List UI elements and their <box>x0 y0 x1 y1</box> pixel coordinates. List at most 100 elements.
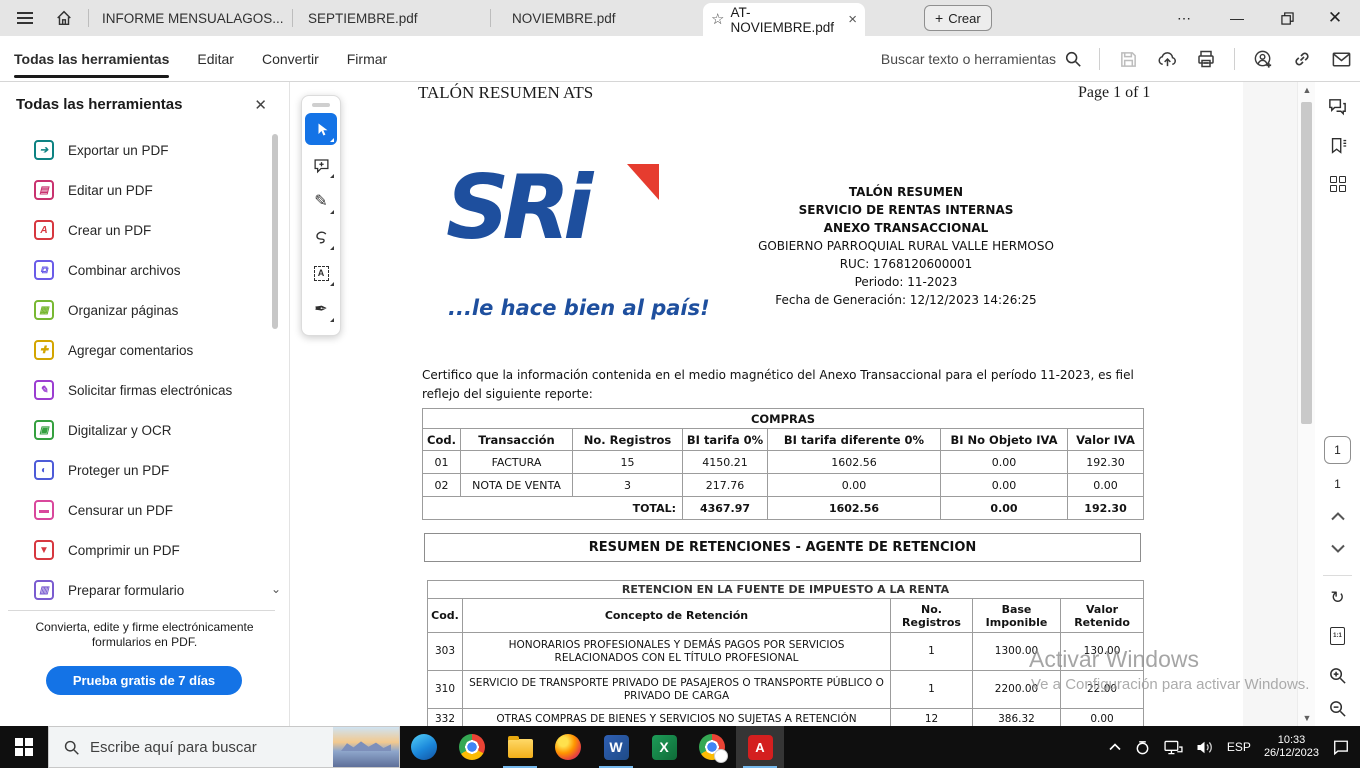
tool-preparar-formulario[interactable]: ▥ Preparar formulario <box>0 570 289 610</box>
network-status[interactable] <box>1164 740 1183 755</box>
previous-page-button[interactable] <box>1315 512 1360 521</box>
close-panel-icon[interactable]: ✕ <box>254 96 267 114</box>
tool-label: Proteger un PDF <box>68 463 169 478</box>
scroll-down-icon[interactable]: ▼ <box>1298 710 1315 726</box>
column-header: Cod. <box>423 429 461 451</box>
action-center-button[interactable] <box>1332 739 1350 756</box>
taskbar-word[interactable]: W <box>592 726 640 768</box>
tool-organizar-paginas[interactable]: ▦ Organizar páginas <box>0 290 289 330</box>
tray-utility-icon[interactable] <box>1134 739 1151 756</box>
profile-badge <box>714 749 728 763</box>
search-label: Buscar texto o herramientas <box>881 51 1056 67</box>
document-scrollbar[interactable]: ▲ ▼ <box>1297 82 1315 726</box>
print-icon[interactable] <box>1195 48 1217 70</box>
icon-glyph: ◐ <box>41 465 47 476</box>
taskbar-firefox[interactable] <box>544 726 592 768</box>
scroll-up-icon[interactable]: ▲ <box>1298 82 1315 98</box>
taskbar-chrome[interactable] <box>448 726 496 768</box>
clock[interactable]: 10:33 26/12/2023 <box>1264 734 1319 761</box>
share-link-icon[interactable] <box>1291 48 1313 70</box>
zoom-in-icon <box>1328 666 1347 685</box>
home-icon[interactable] <box>48 0 80 36</box>
taskbar-edge[interactable] <box>400 726 448 768</box>
free-trial-button[interactable]: Prueba gratis de 7 días <box>46 666 242 695</box>
tool-editar-pdf[interactable]: ▤ Editar un PDF <box>0 170 289 210</box>
total-label: TOTAL: <box>423 497 683 520</box>
window-more-button[interactable]: ⋯ <box>1170 0 1200 36</box>
table-total-row: TOTAL: 4367.97 1602.56 0.00 192.30 <box>423 497 1144 520</box>
rotate-page-button[interactable]: ↻ <box>1315 588 1360 608</box>
title-line: SERVICIO DE RENTAS INTERNAS <box>596 201 1216 219</box>
taskbar-excel[interactable]: X <box>640 726 688 768</box>
fill-sign-tool-button[interactable]: ✒ <box>305 293 337 325</box>
actual-size-button[interactable]: 1:1 <box>1315 627 1360 645</box>
scan-ocr-icon: ▣ <box>34 420 54 440</box>
bookmarks-panel-button[interactable] <box>1315 136 1360 156</box>
tool-comprimir-pdf[interactable]: ▼ Comprimir un PDF <box>0 530 289 570</box>
table-row: 02 NOTA DE VENTA 3 217.76 0.00 0.00 0.00 <box>423 474 1144 497</box>
volume-control[interactable] <box>1196 740 1214 755</box>
email-icon[interactable] <box>1330 48 1352 70</box>
panel-scrollbar-thumb[interactable] <box>272 134 278 329</box>
tab-noviembre[interactable]: NOVIEMBRE.pdf <box>500 0 628 36</box>
tab-informe-mensual[interactable]: INFORME MENSUALAGOS... <box>90 0 296 36</box>
search-icon <box>63 739 80 756</box>
tool-agregar-comentarios[interactable]: ✚ Agregar comentarios <box>0 330 289 370</box>
select-tool-button[interactable] <box>305 113 337 145</box>
tool-combinar-archivos[interactable]: ⧉ Combinar archivos <box>0 250 289 290</box>
start-button[interactable] <box>0 726 48 768</box>
tool-solicitar-firmas[interactable]: ✎ Solicitar firmas electrónicas <box>0 370 289 410</box>
star-icon[interactable]: ☆ <box>711 12 724 27</box>
tool-digitalizar-ocr[interactable]: ▣ Digitalizar y OCR <box>0 410 289 450</box>
window-restore-button[interactable] <box>1272 0 1302 36</box>
tool-proteger-pdf[interactable]: ◐ Proteger un PDF <box>0 450 289 490</box>
menu-firmar[interactable]: Firmar <box>347 36 387 82</box>
menu-editar[interactable]: Editar <box>197 36 234 82</box>
highlight-tool-button[interactable]: ✎ <box>305 185 337 217</box>
icon-glyph: ➔ <box>40 145 48 156</box>
menu-convertir[interactable]: Convertir <box>262 36 319 82</box>
tab-at-noviembre-active[interactable]: ☆ AT-NOVIEMBRE.pdf × <box>703 3 865 36</box>
tool-label: Preparar formulario <box>68 583 184 598</box>
comments-panel-button[interactable] <box>1315 96 1360 117</box>
scrollbar-thumb[interactable] <box>1301 102 1312 424</box>
crear-button[interactable]: + Crear <box>924 5 992 31</box>
taskbar-acrobat[interactable]: A <box>736 726 784 768</box>
window-close-button[interactable]: ✕ <box>1320 0 1350 36</box>
zoom-out-button[interactable] <box>1315 699 1360 718</box>
search-daily-image[interactable] <box>333 727 399 767</box>
zoom-in-button[interactable] <box>1315 666 1360 685</box>
window-minimize-button[interactable]: — <box>1222 0 1252 36</box>
menu-todas-las-herramientas[interactable]: Todas las herramientas <box>14 36 169 82</box>
save-icon[interactable] <box>1117 48 1139 70</box>
hidden-icons-chevron[interactable] <box>1109 743 1121 751</box>
language-indicator[interactable]: ESP <box>1227 740 1251 754</box>
search-field[interactable]: Buscar texto o herramientas <box>881 36 1082 82</box>
total-pages-label: 1 <box>1315 477 1360 491</box>
cloud-upload-icon[interactable] <box>1156 48 1178 70</box>
compras-table-title: COMPRAS <box>423 409 1144 429</box>
next-page-button[interactable] <box>1315 544 1360 553</box>
fountain-pen-icon: ✒ <box>314 299 327 319</box>
column-header: Valor IVA <box>1068 429 1144 451</box>
page-thumbnails-button[interactable] <box>1315 176 1360 192</box>
tab-septiembre[interactable]: SEPTIEMBRE.pdf <box>296 0 430 36</box>
app-tab-bar: INFORME MENSUALAGOS... SEPTIEMBRE.pdf NO… <box>0 0 1360 36</box>
taskbar-chrome-profile[interactable] <box>688 726 736 768</box>
actual-size-icon: 1:1 <box>1330 627 1345 645</box>
close-tab-icon[interactable]: × <box>848 11 857 28</box>
draw-tool-button[interactable] <box>305 221 337 253</box>
taskbar-file-explorer[interactable] <box>496 726 544 768</box>
add-people-icon[interactable] <box>1252 48 1274 70</box>
tool-censurar-pdf[interactable]: ▬ Censurar un PDF <box>0 490 289 530</box>
add-comment-tool-button[interactable] <box>305 149 337 181</box>
select-text-tool-button[interactable]: A <box>305 257 337 289</box>
taskbar-search-box[interactable]: Escribe aquí para buscar <box>48 726 400 768</box>
tool-crear-pdf[interactable]: A Crear un PDF <box>0 210 289 250</box>
drag-handle[interactable] <box>312 103 330 107</box>
panel-scroll-down-icon[interactable]: ⌄ <box>271 582 281 596</box>
tool-exportar-pdf[interactable]: ➔ Exportar un PDF <box>0 130 289 170</box>
current-page-input[interactable]: 1 <box>1324 436 1351 464</box>
freehand-draw-icon <box>313 229 330 246</box>
menu-hamburger-icon[interactable] <box>8 0 42 36</box>
